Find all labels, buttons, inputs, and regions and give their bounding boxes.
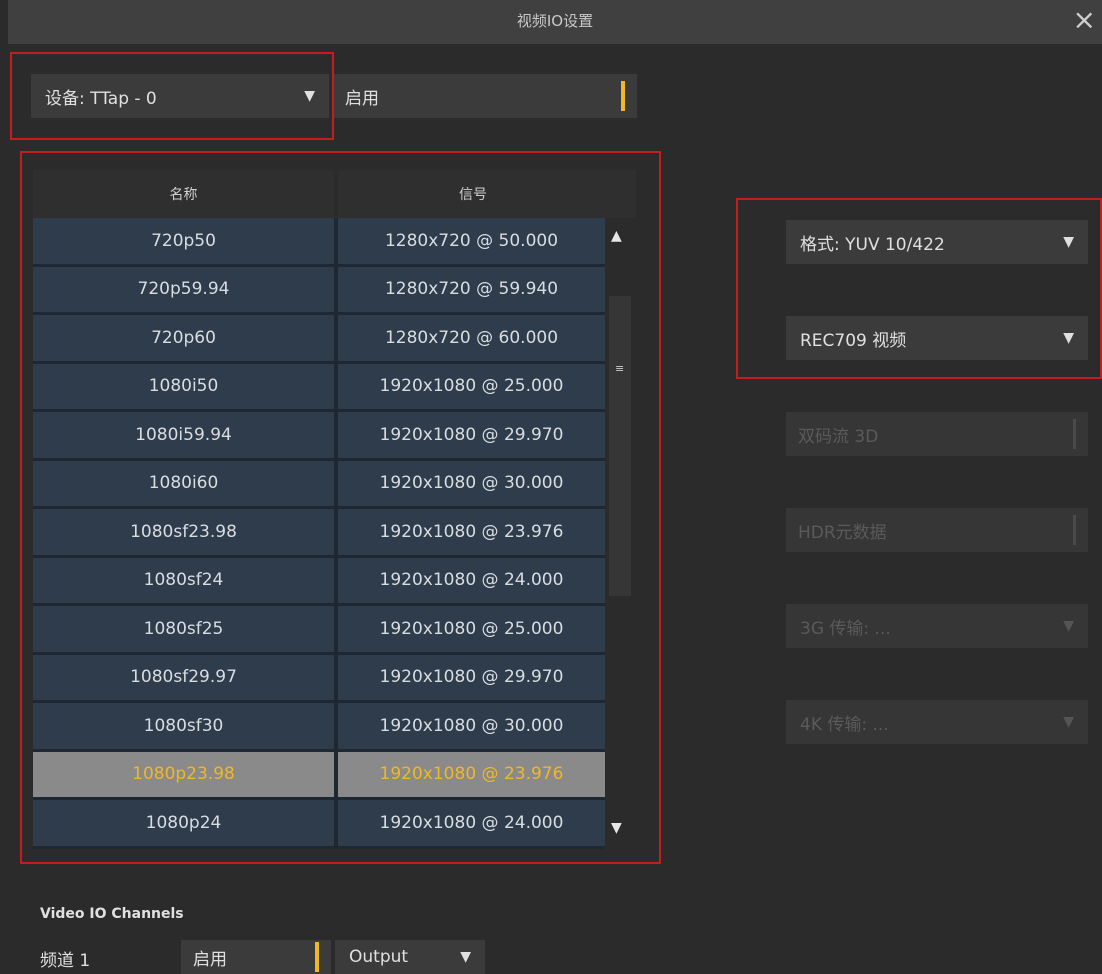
table-row[interactable]: 1080i60 1920x1080 @ 30.000 xyxy=(33,460,605,509)
transport-3g-dropdown[interactable]: 3G 传输: ... ▼ xyxy=(786,604,1088,648)
table-row[interactable]: 1080i59.94 1920x1080 @ 29.970 xyxy=(33,412,605,461)
chevron-down-icon: ▼ xyxy=(304,88,315,104)
cell-signal: 1280x720 @ 50.000 xyxy=(338,218,605,264)
toggle-indicator xyxy=(1073,515,1076,545)
table-body: 720p50 1280x720 @ 50.000 720p59.94 1280x720… xyxy=(33,218,605,849)
table-row[interactable]: 1080sf30 1920x1080 @ 30.000 xyxy=(33,703,605,752)
scroll-grip-icon: ≡ xyxy=(615,362,625,375)
video-format-table: 名称 信号 720p50 1280x720 @ 50.000 720p59.94 12… xyxy=(33,170,636,849)
table-row[interactable]: 1080i50 1920x1080 @ 25.000 xyxy=(33,363,605,412)
cell-name: 1080sf30 xyxy=(33,703,338,749)
cell-signal: 1920x1080 @ 30.000 xyxy=(338,460,605,506)
table-row[interactable]: 720p60 1280x720 @ 60.000 xyxy=(33,315,605,364)
cell-name: 1080i50 xyxy=(33,363,338,409)
channel-1-label: 频道 1 xyxy=(40,951,91,971)
title-bar: 视频IO设置 × xyxy=(8,0,1102,44)
table-row[interactable]: 720p50 1280x720 @ 50.000 xyxy=(33,218,605,267)
toggle-indicator xyxy=(1073,419,1076,449)
cell-signal: 1920x1080 @ 23.976 xyxy=(338,751,605,797)
scrollbar-thumb[interactable] xyxy=(609,296,631,596)
format-dropdown-label: 格式: YUV 10/422 xyxy=(800,234,945,255)
close-icon[interactable]: × xyxy=(1073,4,1096,36)
format-dropdown[interactable]: 格式: YUV 10/422 ▼ xyxy=(786,220,1088,264)
chevron-down-icon: ▼ xyxy=(460,949,471,965)
chevron-down-icon: ▼ xyxy=(1063,714,1074,730)
hdr-metadata-toggle[interactable]: HDR元数据 xyxy=(786,508,1088,552)
cell-signal: 1280x720 @ 59.940 xyxy=(338,266,605,312)
cell-signal: 1280x720 @ 60.000 xyxy=(338,315,605,361)
cell-signal: 1920x1080 @ 24.000 xyxy=(338,557,605,603)
table-row[interactable]: 1080sf29.97 1920x1080 @ 29.970 xyxy=(33,654,605,703)
chevron-down-icon: ▼ xyxy=(1063,234,1074,250)
channel-1-enable-toggle[interactable]: 启用 xyxy=(181,940,331,974)
column-header-signal[interactable]: 信号 xyxy=(338,170,608,218)
cell-signal: 1920x1080 @ 30.000 xyxy=(338,703,605,749)
table-scrollbar[interactable]: ▲ ≡ ▼ xyxy=(605,218,633,844)
table-row[interactable]: 1080sf23.98 1920x1080 @ 23.976 xyxy=(33,509,605,558)
transport-4k-label: 4K 传输: ... xyxy=(800,714,889,735)
transport-3g-label: 3G 传输: ... xyxy=(800,618,891,639)
cell-name: 720p60 xyxy=(33,315,338,361)
window-title: 视频IO设置 xyxy=(516,12,594,30)
chevron-down-icon: ▼ xyxy=(1063,330,1074,346)
enable-toggle-label: 启用 xyxy=(345,88,379,109)
table-row[interactable]: 1080sf25 1920x1080 @ 25.000 xyxy=(33,606,605,655)
table-header: 名称 信号 xyxy=(33,170,636,218)
channel-1-direction-dropdown[interactable]: Output ▼ xyxy=(335,940,485,974)
cell-name: 720p59.94 xyxy=(33,266,338,312)
cell-name: 1080sf29.97 xyxy=(33,654,338,700)
chevron-down-icon: ▼ xyxy=(1063,618,1074,634)
table-row[interactable]: 720p59.94 1280x720 @ 59.940 xyxy=(33,266,605,315)
table-row[interactable]: 1080p23.98 1920x1080 @ 23.976 xyxy=(33,751,605,800)
cell-name: 720p50 xyxy=(33,218,338,264)
cell-signal: 1920x1080 @ 29.970 xyxy=(338,412,605,458)
cell-name: 1080sf24 xyxy=(33,557,338,603)
cell-signal: 1920x1080 @ 23.976 xyxy=(338,509,605,555)
column-header-name[interactable]: 名称 xyxy=(33,170,338,218)
cell-signal: 1920x1080 @ 25.000 xyxy=(338,363,605,409)
channel-1-enable-label: 启用 xyxy=(193,949,227,970)
cell-signal: 1920x1080 @ 24.000 xyxy=(338,800,605,846)
channel-1-direction-label: Output xyxy=(349,947,409,967)
scroll-down-icon[interactable]: ▼ xyxy=(611,820,622,836)
toggle-indicator xyxy=(315,942,319,972)
device-dropdown-label: 设备: TTap - 0 xyxy=(45,88,157,109)
scroll-up-icon[interactable]: ▲ xyxy=(611,228,622,244)
cell-name: 1080i59.94 xyxy=(33,412,338,458)
transport-4k-dropdown[interactable]: 4K 传输: ... ▼ xyxy=(786,700,1088,744)
dual-stream-3d-toggle[interactable]: 双码流 3D xyxy=(786,412,1088,456)
cell-signal: 1920x1080 @ 29.970 xyxy=(338,654,605,700)
color-space-dropdown[interactable]: REC709 视频 ▼ xyxy=(786,316,1088,360)
cell-name: 1080sf25 xyxy=(33,606,338,652)
section-title-video-io-channels: Video IO Channels xyxy=(40,906,184,922)
cell-signal: 1920x1080 @ 25.000 xyxy=(338,606,605,652)
toggle-indicator xyxy=(621,81,625,111)
device-dropdown[interactable]: 设备: TTap - 0 ▼ xyxy=(31,74,329,118)
color-space-dropdown-label: REC709 视频 xyxy=(800,330,907,351)
cell-name: 1080p24 xyxy=(33,800,338,846)
cell-name: 1080sf23.98 xyxy=(33,509,338,555)
cell-name: 1080i60 xyxy=(33,460,338,506)
table-row[interactable]: 1080sf24 1920x1080 @ 24.000 xyxy=(33,557,605,606)
enable-toggle[interactable]: 启用 xyxy=(333,74,637,118)
dual-stream-3d-label: 双码流 3D xyxy=(798,426,879,447)
hdr-metadata-label: HDR元数据 xyxy=(798,522,887,543)
table-row[interactable]: 1080p24 1920x1080 @ 24.000 xyxy=(33,800,605,849)
cell-name: 1080p23.98 xyxy=(33,751,338,797)
